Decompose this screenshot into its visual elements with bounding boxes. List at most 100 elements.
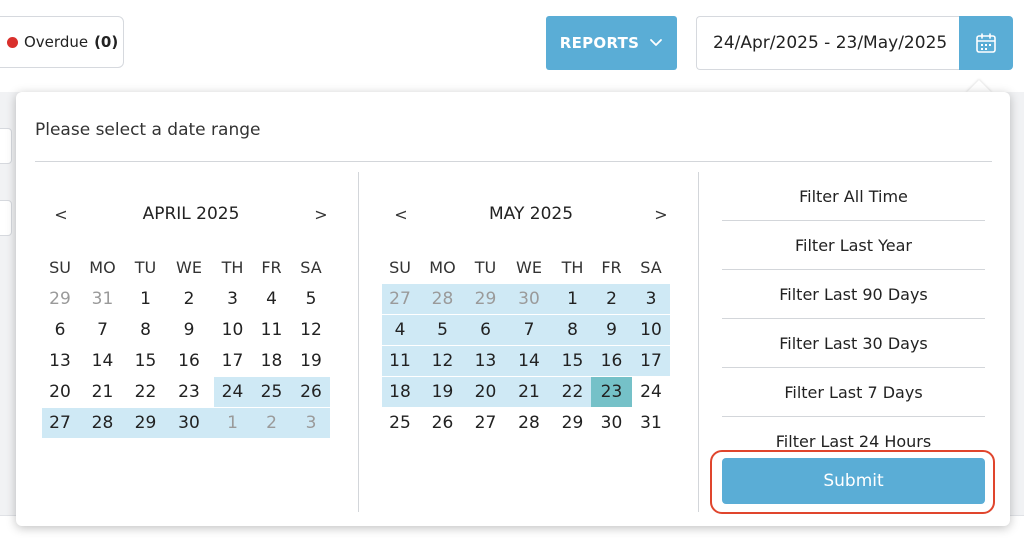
calendar-day[interactable]: 29 (467, 284, 504, 314)
calendar-day[interactable]: 2 (591, 284, 632, 314)
calendar-day[interactable]: 1 (127, 284, 164, 314)
calendar-day[interactable]: 19 (292, 346, 330, 376)
calendar-day[interactable]: 27 (467, 408, 504, 438)
calendar-day[interactable]: 3 (292, 408, 330, 438)
calendar-day[interactable]: 20 (467, 377, 504, 407)
weekday-header: WE (516, 257, 542, 277)
calendar-day[interactable]: 24 (214, 377, 251, 407)
calendar-day[interactable]: 13 (42, 346, 78, 376)
calendar-day[interactable]: 21 (78, 377, 127, 407)
next-month-button[interactable]: > (306, 192, 336, 236)
calendar-day[interactable]: 18 (382, 377, 418, 407)
previous-month-button[interactable]: < (386, 192, 416, 236)
calendar-day[interactable]: 17 (632, 346, 670, 376)
weekday-header: SU (389, 257, 411, 277)
weekday-header: FR (601, 257, 622, 277)
calendar-day[interactable]: 14 (78, 346, 127, 376)
weekday-header: SA (640, 257, 662, 277)
calendar-day[interactable]: 8 (127, 315, 164, 345)
calendar-day[interactable]: 20 (42, 377, 78, 407)
calendar-day[interactable]: 10 (214, 315, 251, 345)
calendar-day[interactable]: 29 (554, 408, 591, 438)
calendar-icon (976, 33, 996, 53)
submit-button[interactable]: Submit (722, 458, 985, 504)
filter-last-7-days-option[interactable]: Filter Last 7 Days (722, 368, 985, 417)
calendar-day[interactable]: 3 (214, 284, 251, 314)
calendar-day[interactable]: 9 (591, 315, 632, 345)
filter-last-year-option[interactable]: Filter Last Year (722, 221, 985, 270)
calendar-day[interactable]: 29 (127, 408, 164, 438)
calendar-day-selected-end[interactable]: 23 (591, 377, 632, 407)
calendar-day[interactable]: 4 (251, 284, 292, 314)
calendar-day[interactable]: 25 (382, 408, 418, 438)
calendar-day[interactable]: 26 (292, 377, 330, 407)
calendar-day[interactable]: 16 (164, 346, 214, 376)
quick-filter-separator (698, 172, 699, 512)
calendar-grid: SU MO TU WE TH FR SA 27 28 29 30 1 2 3 4 5 6 7 8 9 10 11 12 13 1… (382, 250, 680, 439)
previous-month-button[interactable]: < (46, 192, 76, 236)
calendar-day[interactable]: 27 (42, 408, 78, 438)
calendar-day[interactable]: 28 (78, 408, 127, 438)
calendar-day[interactable]: 15 (127, 346, 164, 376)
calendar-day[interactable]: 11 (251, 315, 292, 345)
weekday-header: TH (561, 257, 584, 277)
weekday-header: SA (300, 257, 322, 277)
calendar-day[interactable]: 28 (418, 284, 467, 314)
calendar-separator (358, 172, 359, 512)
calendar-day[interactable]: 21 (504, 377, 554, 407)
calendar-day[interactable]: 7 (78, 315, 127, 345)
calendar-day[interactable]: 1 (554, 284, 591, 314)
overdue-count: (0) (94, 33, 119, 51)
overdue-label: Overdue (24, 33, 89, 51)
weekday-header: SU (49, 257, 71, 277)
calendar-day[interactable]: 9 (164, 315, 214, 345)
calendar-day[interactable]: 18 (251, 346, 292, 376)
calendar-day[interactable]: 7 (504, 315, 554, 345)
calendar-day[interactable]: 11 (382, 346, 418, 376)
calendar-month-right: < MAY 2025 > SU MO TU WE TH FR SA 27 28 29 30 1 2 3 4 5… (382, 192, 680, 439)
overdue-filter-button[interactable]: Overdue (0) (0, 16, 124, 68)
calendar-day[interactable]: 3 (632, 284, 670, 314)
calendar-day[interactable]: 12 (292, 315, 330, 345)
calendar-day[interactable]: 19 (418, 377, 467, 407)
calendar-day[interactable]: 5 (418, 315, 467, 345)
calendar-day[interactable]: 22 (127, 377, 164, 407)
calendar-day[interactable]: 2 (164, 284, 214, 314)
calendar-day[interactable]: 27 (382, 284, 418, 314)
date-range-input[interactable]: 24/Apr/2025 - 23/May/2025 (696, 16, 959, 70)
calendar-day[interactable]: 6 (42, 315, 78, 345)
filter-last-30-days-option[interactable]: Filter Last 30 Days (722, 319, 985, 368)
calendar-day[interactable]: 29 (42, 284, 78, 314)
calendar-day[interactable]: 8 (554, 315, 591, 345)
calendar-day[interactable]: 25 (251, 377, 292, 407)
filter-all-time-option[interactable]: Filter All Time (722, 172, 985, 221)
calendar-day[interactable]: 30 (164, 408, 214, 438)
calendar-day[interactable]: 26 (418, 408, 467, 438)
calendar-day[interactable]: 28 (504, 408, 554, 438)
calendar-day[interactable]: 22 (554, 377, 591, 407)
reports-dropdown-button[interactable]: REPORTS (546, 16, 677, 70)
calendar-day[interactable]: 4 (382, 315, 418, 345)
calendar-day[interactable]: 1 (214, 408, 251, 438)
calendar-day[interactable]: 30 (591, 408, 632, 438)
calendar-day[interactable]: 14 (504, 346, 554, 376)
filter-last-90-days-option[interactable]: Filter Last 90 Days (722, 270, 985, 319)
calendar-day[interactable]: 6 (467, 315, 504, 345)
calendar-day[interactable]: 23 (164, 377, 214, 407)
calendar-day[interactable]: 24 (632, 377, 670, 407)
popup-title: Please select a date range (35, 120, 261, 140)
weekday-header: WE (176, 257, 202, 277)
calendar-day[interactable]: 5 (292, 284, 330, 314)
calendar-day[interactable]: 13 (467, 346, 504, 376)
calendar-day[interactable]: 17 (214, 346, 251, 376)
date-picker-toggle-button[interactable] (959, 16, 1013, 70)
calendar-day[interactable]: 31 (632, 408, 670, 438)
calendar-day[interactable]: 30 (504, 284, 554, 314)
next-month-button[interactable]: > (646, 192, 676, 236)
calendar-day[interactable]: 2 (251, 408, 292, 438)
calendar-day[interactable]: 31 (78, 284, 127, 314)
calendar-day[interactable]: 12 (418, 346, 467, 376)
calendar-day[interactable]: 15 (554, 346, 591, 376)
calendar-day[interactable]: 10 (632, 315, 670, 345)
calendar-day[interactable]: 16 (591, 346, 632, 376)
